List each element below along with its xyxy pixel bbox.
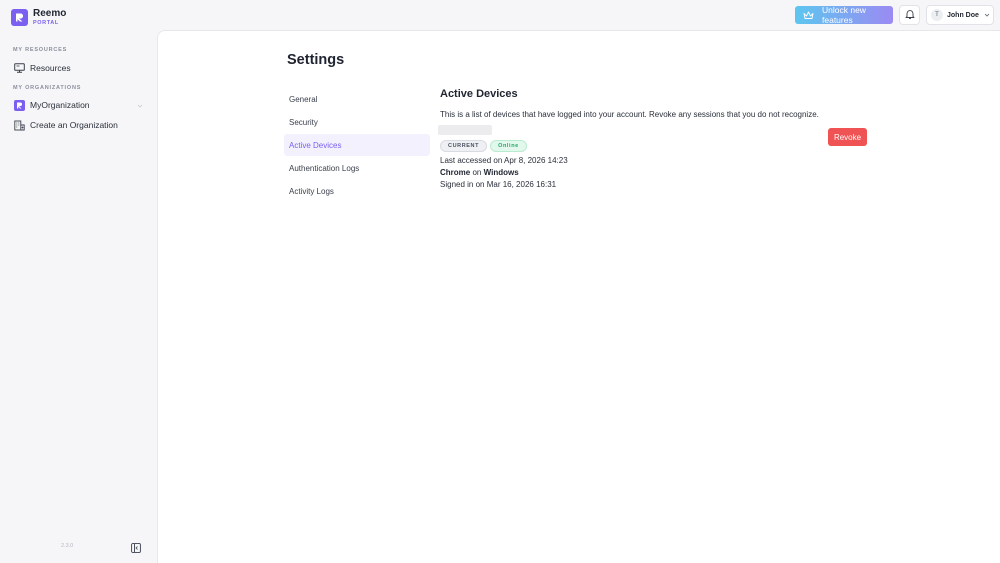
unlock-features-button[interactable]: Unlock new features [795,5,893,25]
revoke-button[interactable]: Revoke [828,128,867,146]
brand-subtitle: PORTAL [33,20,59,26]
user-name: John Doe [947,11,979,19]
section-label-resources: MY RESOURCES [13,47,68,53]
crown-icon [803,11,814,20]
browser-name: Chrome [440,168,471,177]
status-badge: Online [490,140,527,152]
sidebar-item-myorganization[interactable]: MyOrganization [13,97,145,113]
app-version: 2.3.0 [61,543,74,549]
org-logo-icon [13,99,25,111]
sidebar-collapse-icon[interactable] [131,541,141,553]
settings-nav-authentication-logs[interactable]: Authentication Logs [284,157,430,179]
brand[interactable]: Reemo PORTAL [11,9,66,27]
settings-nav-activity-logs[interactable]: Activity Logs [284,180,430,202]
sidebar-item-label: Resources [30,63,71,73]
notifications-button[interactable] [899,5,920,25]
sidebar-item-label: Create an Organization [30,120,118,130]
reemo-logo-icon [11,9,28,27]
building-add-icon [13,119,25,131]
unlock-features-label: Unlock new features [822,5,866,25]
main-panel: Settings General Security Active Devices… [157,30,1000,563]
device-platform: Chrome on Windows [440,168,870,177]
section-title: Active Devices [440,88,518,100]
settings-nav-active-devices[interactable]: Active Devices [284,134,430,156]
settings-nav: General Security Active Devices Authenti… [284,88,430,203]
brand-name: Reemo [33,8,67,19]
page-title: Settings [287,52,345,68]
sidebar-item-create-organization[interactable]: Create an Organization [13,117,145,133]
monitor-icon [13,62,25,74]
platform-joiner: on [472,168,482,177]
section-description: This is a list of devices that have logg… [440,110,819,119]
chevron-down-icon [984,12,990,18]
current-badge: CURRENT [440,140,488,152]
os-name: Windows [483,168,519,177]
chevron-down-icon[interactable] [137,101,143,111]
section-label-organizations: MY ORGANIZATIONS [13,85,82,91]
device-name-placeholder [438,125,492,135]
device-item: CURRENT Online Last accessed on Apr 8, 2… [438,125,870,189]
signed-in-text: Signed in on Mar 16, 2026 16:31 [440,180,557,189]
bell-icon [905,8,915,23]
user-menu-button[interactable]: T John Doe [926,5,994,25]
avatar: T [931,9,943,21]
last-accessed-text: Last accessed on Apr 8, 2026 14:23 [440,156,568,165]
active-devices-section: Active Devices This is a list of devices… [438,88,870,189]
sidebar-item-resources[interactable]: Resources [13,60,145,76]
settings-nav-security[interactable]: Security [284,111,430,133]
settings-nav-general[interactable]: General [284,88,430,110]
sidebar: Reemo PORTAL MY RESOURCES Resources MY O… [0,0,156,563]
sidebar-item-label: MyOrganization [30,100,90,110]
